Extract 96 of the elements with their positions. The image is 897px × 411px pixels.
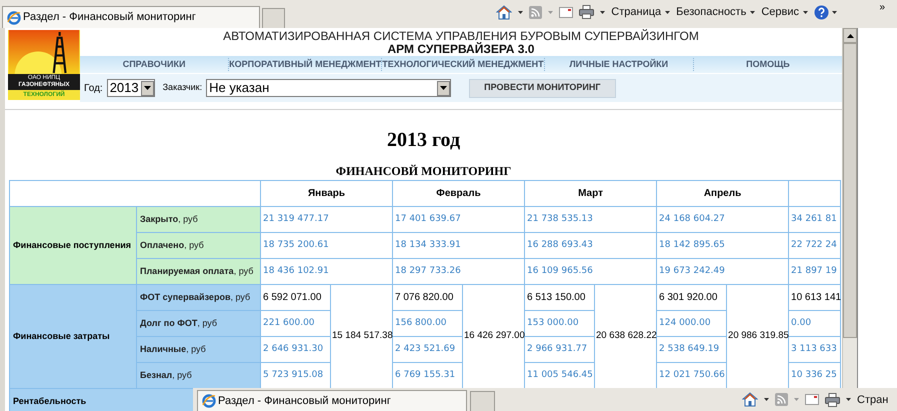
caret-icon[interactable] — [144, 86, 151, 90]
row-label-cell: Долг по ФОТ, руб — [136, 310, 260, 336]
caret-icon[interactable] — [440, 86, 448, 90]
table-cell[interactable]: 21 738 535.13 — [524, 206, 657, 232]
row-group-cell: Финансовые затраты — [10, 284, 136, 388]
customer-select[interactable]: Не указан — [206, 79, 452, 97]
help-icon[interactable] — [814, 4, 829, 20]
table-cell[interactable]: 16 109 965.56 — [524, 258, 657, 284]
printer-icon[interactable] — [825, 392, 840, 407]
caret-icon[interactable] — [665, 10, 670, 14]
browser-tab[interactable]: Раздел - Финансовый мониторинг — [2, 6, 260, 28]
table-cell: 20 638 628.22 — [594, 284, 657, 388]
table-cell: 15 184 517.38 — [330, 284, 392, 388]
run-monitoring-button[interactable]: ПРОВЕСТИ МОНИТОРИНГ — [469, 78, 616, 98]
row-label-cell: Безнал, руб — [136, 362, 260, 388]
mail-icon[interactable] — [559, 6, 574, 18]
month-header: Апрель — [704, 188, 742, 199]
printer-icon[interactable] — [579, 5, 594, 20]
table-cell: 20 986 319.85 — [726, 284, 789, 388]
table-cell: 6 301 920.00 — [656, 284, 727, 310]
nav-item[interactable]: СПРАВОЧИКИ — [80, 58, 228, 72]
row-label-cell: ФОТ супервайзеров, руб — [136, 284, 260, 310]
mail-icon[interactable] — [805, 394, 819, 406]
caret-icon[interactable] — [803, 10, 808, 14]
table-cell[interactable]: 18 142 895.65 — [656, 232, 789, 258]
browser-tab[interactable]: Раздел - Финансовый мониторинг — [197, 390, 467, 411]
row-label-cell: Закрыто, руб — [136, 206, 260, 232]
table-cell[interactable]: 19 673 242.49 — [656, 258, 789, 284]
toolbar-menu[interactable]: Сервис — [761, 4, 799, 20]
scroll-thumb[interactable] — [843, 43, 857, 338]
home-icon[interactable] — [496, 4, 512, 20]
customer-label: Заказчик: — [162, 81, 202, 94]
table-cell[interactable]: 34 261 81 — [788, 206, 841, 232]
table-cell[interactable]: 2 966 931.77 — [524, 336, 595, 362]
home-icon[interactable] — [742, 392, 758, 408]
table-cell[interactable]: 3 113 633 — [788, 336, 841, 362]
report-year: 2013 год — [386, 128, 460, 152]
table-cell[interactable]: 2 423 521.69 — [392, 336, 462, 362]
year-select[interactable]: 2013 — [106, 79, 155, 97]
report-title: ФИНАНСОВЙ МОНИТОРИНГ — [336, 164, 512, 178]
table-cell[interactable]: 5 723 915.08 — [260, 362, 330, 388]
table-cell[interactable]: 2 538 649.19 — [656, 336, 727, 362]
table-cell[interactable]: 24 168 604.27 — [656, 206, 789, 232]
browser-icon — [202, 394, 216, 408]
scrollbar[interactable] — [842, 28, 857, 388]
row-label-cell: Планируемая оплата, руб — [136, 258, 260, 284]
toolbar-menu[interactable]: Стран — [857, 392, 888, 408]
year-label: Год: — [84, 82, 103, 96]
table-cell: 6 592 071.00 — [260, 284, 330, 310]
table-cell: 6 513 150.00 — [524, 284, 595, 310]
browser-icon — [7, 10, 21, 24]
table-cell[interactable]: 18 735 200.61 — [260, 232, 392, 258]
table-cell[interactable]: 22 722 24 — [788, 232, 841, 258]
row-group-cell: Финансовые поступления — [10, 206, 136, 284]
table-cell[interactable]: 18 134 333.91 — [392, 232, 525, 258]
table-cell[interactable]: 12 021 750.66 — [656, 362, 727, 388]
row-label-cell: Оплачено, руб — [136, 232, 260, 258]
dropdown-button[interactable] — [140, 80, 154, 96]
caret-icon[interactable] — [846, 398, 851, 402]
toolbar-menu[interactable]: Безопасность — [676, 4, 746, 20]
table-cell[interactable]: 11 005 546.45 — [524, 362, 595, 388]
row-label-cell: Наличные, руб — [136, 336, 260, 362]
table-cell[interactable]: 124 000.00 — [656, 310, 727, 336]
table-cell[interactable]: 21 897 19 — [788, 258, 841, 284]
table-cell: 10 613 141 — [788, 284, 841, 310]
workstation-title: АРМ СУПЕРВАЙЗЕРА 3.0 — [386, 43, 536, 56]
caret-icon[interactable] — [600, 10, 606, 14]
overflow-chevron[interactable]: » — [879, 0, 885, 15]
table-cell[interactable]: 18 297 733.26 — [392, 258, 525, 284]
dropdown-button[interactable] — [437, 80, 450, 96]
caret-icon[interactable] — [764, 398, 769, 402]
caret-icon[interactable] — [518, 10, 524, 14]
table-cell[interactable]: 2 646 931.30 — [260, 336, 330, 362]
table-cell[interactable]: 10 336 25 — [788, 362, 841, 388]
nav-item[interactable]: ЛИЧНЫЕ НАСТРОЙКИ — [544, 58, 693, 72]
table-cell[interactable]: 17 401 639.67 — [392, 206, 525, 232]
scroll-up-icon[interactable] — [846, 34, 854, 38]
table-cell[interactable]: 16 288 693.43 — [524, 232, 657, 258]
table-cell[interactable]: 21 319 477.17 — [260, 206, 392, 232]
caret-icon[interactable] — [832, 10, 837, 14]
toolbar-menu[interactable]: Страница — [611, 4, 662, 20]
system-title: АВТОМАТИЗИРОВАННАЯ СИСТЕМА УПРАВЛЕНИЯ БУРОВЫМ СУПЕРВАЙЗИНГОМ — [222, 30, 700, 43]
month-header: Январь — [308, 188, 346, 199]
table-cell[interactable]: 0.00 — [788, 310, 841, 336]
month-header: Февраль — [436, 188, 481, 199]
table-cell[interactable]: 18 436 102.91 — [260, 258, 392, 284]
table-cell: 7 076 820.00 — [392, 284, 462, 310]
month-header: Март — [578, 188, 603, 199]
table-cell[interactable]: 221 600.00 — [260, 310, 330, 336]
nav-item[interactable]: ТЕХНОЛОГИЧЕСКИЙ МЕНЕДЖМЕНТ — [381, 58, 544, 72]
caret-icon[interactable] — [750, 10, 756, 14]
table-cell[interactable]: 153 000.00 — [524, 310, 595, 336]
table-cell: 16 426 297.00 — [462, 284, 525, 388]
table-cell[interactable]: 6 769 155.31 — [392, 362, 462, 388]
nav-item[interactable]: КОРПОРАТИВНЫЙ МЕНЕДЖМЕНТ — [228, 58, 382, 72]
table-cell[interactable]: 156 800.00 — [392, 310, 462, 336]
